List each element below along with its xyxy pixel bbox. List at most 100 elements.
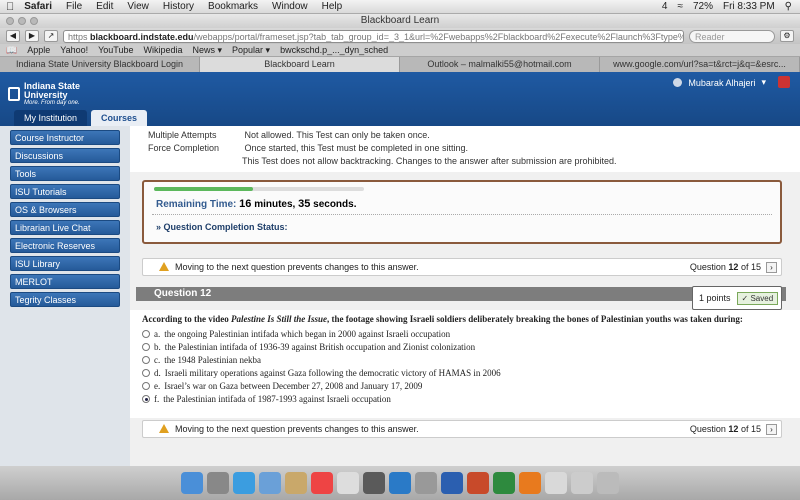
zoom-window-button[interactable]: [30, 17, 38, 25]
sidebar-item-electronic-reserves[interactable]: Electronic Reserves: [10, 238, 120, 253]
warning-icon: [159, 424, 169, 433]
answer-option-f[interactable]: f. the Palestinian intifada of 1987-1993…: [142, 392, 788, 405]
check-icon: ✓: [741, 293, 749, 303]
question-nav-bottom: Moving to the next question prevents cha…: [142, 420, 782, 438]
settings-icon[interactable]: ⚙: [780, 30, 794, 42]
info-force-completion: Force Completion Once started, this Test…: [148, 143, 468, 153]
sidebar-item-tools[interactable]: Tools: [10, 166, 120, 181]
menu-view[interactable]: View: [127, 1, 149, 12]
answer-option-d[interactable]: d. Israeli military operations against G…: [142, 366, 788, 379]
menu-app-name[interactable]: Safari: [24, 1, 52, 12]
bookmark-apple[interactable]: Apple: [27, 45, 50, 55]
completion-status-toggle[interactable]: » Question Completion Status:: [156, 222, 288, 232]
excel-icon[interactable]: [493, 472, 515, 494]
safari-icon[interactable]: [233, 472, 255, 494]
finder-icon[interactable]: [181, 472, 203, 494]
sidebar-item-isu-library[interactable]: ISU Library: [10, 256, 120, 271]
menubar-status: 4 ≈ 72% Fri 8:33 PM ⚲: [662, 1, 800, 12]
tab-my-institution[interactable]: My Institution: [14, 110, 88, 126]
notes-icon[interactable]: [337, 472, 359, 494]
menu-help[interactable]: Help: [322, 1, 343, 12]
info-multiple-attempts: Multiple Attempts Not allowed. This Test…: [148, 130, 430, 140]
chevron-down-icon: »: [156, 222, 162, 232]
tab-outlook[interactable]: Outlook – malmalki55@hotmail.com: [400, 57, 600, 72]
user-name: Mubarak Alhajeri: [688, 77, 756, 88]
course-menu: Course Instructor Discussions Tools ISU …: [0, 126, 130, 466]
url-protocol: https: [68, 31, 88, 42]
minimize-window-button[interactable]: [18, 17, 26, 25]
radio-button[interactable]: [142, 355, 150, 364]
logout-icon[interactable]: [778, 76, 790, 88]
bookmark-news[interactable]: News ▾: [193, 45, 223, 56]
launchpad-icon[interactable]: [207, 472, 229, 494]
time-progress-bar: [154, 187, 364, 191]
isu-logo[interactable]: Indiana State University More. From day …: [8, 82, 80, 106]
sidebar-item-os-browsers[interactable]: OS & Browsers: [10, 202, 120, 217]
sidebar-item-tegrity[interactable]: Tegrity Classes: [10, 292, 120, 307]
tab-google[interactable]: www.google.com/url?sa=t&rct=j&q=&esrc...: [600, 57, 800, 72]
close-window-button[interactable]: [6, 17, 14, 25]
sidebar-item-merlot[interactable]: MERLOT: [10, 274, 120, 289]
logo-tagline: More. From day one.: [24, 100, 80, 106]
reading-list-icon[interactable]: 📖: [6, 45, 17, 56]
answer-option-c[interactable]: c. the 1948 Palestinian nekba: [142, 353, 788, 366]
radio-button-selected[interactable]: [142, 394, 150, 403]
menu-edit[interactable]: Edit: [96, 1, 113, 12]
menubar-clock[interactable]: Fri 8:33 PM: [723, 1, 775, 12]
tab-courses[interactable]: Courses: [91, 110, 148, 126]
status-badge[interactable]: 4: [662, 1, 668, 12]
sidebar-item-isu-tutorials[interactable]: ISU Tutorials: [10, 184, 120, 199]
isu-logo-icon: [8, 87, 20, 101]
sidebar-item-course-instructor[interactable]: Course Instructor: [10, 130, 120, 145]
tab-isu-login[interactable]: Indiana State University Blackboard Logi…: [0, 57, 200, 72]
answer-option-a[interactable]: a. the ongoing Palestinian intifada whic…: [142, 327, 788, 340]
sidebar-item-discussions[interactable]: Discussions: [10, 148, 120, 163]
powerpoint-icon[interactable]: [467, 472, 489, 494]
answer-option-e[interactable]: e. Israel’s war on Gaza between December…: [142, 379, 788, 392]
menu-history[interactable]: History: [163, 1, 194, 12]
next-question-button[interactable]: ›: [766, 424, 777, 435]
radio-button[interactable]: [142, 368, 150, 377]
menu-window[interactable]: Window: [272, 1, 308, 12]
trash-icon[interactable]: [597, 472, 619, 494]
battery-percent[interactable]: 72%: [693, 1, 713, 12]
bookmark-yahoo[interactable]: Yahoo!: [60, 45, 88, 55]
documents-icon[interactable]: [571, 472, 593, 494]
menu-bookmarks[interactable]: Bookmarks: [208, 1, 258, 12]
share-button[interactable]: ↗: [44, 30, 58, 42]
firefox-icon[interactable]: [519, 472, 541, 494]
wifi-icon[interactable]: ≈: [677, 1, 683, 12]
bookmark-popular[interactable]: Popular ▾: [232, 45, 270, 56]
downloads-icon[interactable]: [545, 472, 567, 494]
radio-button[interactable]: [142, 342, 150, 351]
app-store-icon[interactable]: [389, 472, 411, 494]
word-icon[interactable]: [441, 472, 463, 494]
question-text-after: , the footage showing Israeli soldiers d…: [327, 314, 743, 324]
answer-option-b[interactable]: b. the Palestinian intifada of 1936-39 a…: [142, 340, 788, 353]
points-box: 1 points ✓ Saved: [692, 286, 782, 310]
bookmark-bwckschd[interactable]: bwckschd.p_..._dyn_sched: [280, 45, 388, 55]
back-button[interactable]: ◀: [6, 30, 20, 42]
menu-file[interactable]: File: [66, 1, 82, 12]
bookmark-youtube[interactable]: YouTube: [98, 45, 133, 55]
calendar-icon[interactable]: [311, 472, 333, 494]
address-bar[interactable]: https blackboard.indstate.edu/webapps/po…: [63, 29, 684, 43]
apple-icon[interactable]: : [6, 1, 14, 13]
saved-status: ✓ Saved: [736, 291, 779, 305]
forward-button[interactable]: ▶: [25, 30, 39, 42]
tab-blackboard-learn[interactable]: Blackboard Learn: [200, 57, 400, 72]
next-question-button[interactable]: ›: [766, 262, 777, 273]
radio-button[interactable]: [142, 381, 150, 390]
user-menu[interactable]: Mubarak Alhajeri ▾: [673, 77, 766, 88]
option-text: Israeli military operations against Gaza…: [164, 367, 501, 378]
radio-button[interactable]: [142, 329, 150, 338]
window-controls: [6, 17, 38, 25]
system-preferences-icon[interactable]: [415, 472, 437, 494]
sidebar-item-librarian-chat[interactable]: Librarian Live Chat: [10, 220, 120, 235]
itunes-icon[interactable]: [363, 472, 385, 494]
reader-button[interactable]: Reader: [689, 29, 775, 43]
contacts-icon[interactable]: [285, 472, 307, 494]
mail-icon[interactable]: [259, 472, 281, 494]
bookmark-wikipedia[interactable]: Wikipedia: [143, 45, 182, 55]
spotlight-icon[interactable]: ⚲: [785, 1, 792, 12]
